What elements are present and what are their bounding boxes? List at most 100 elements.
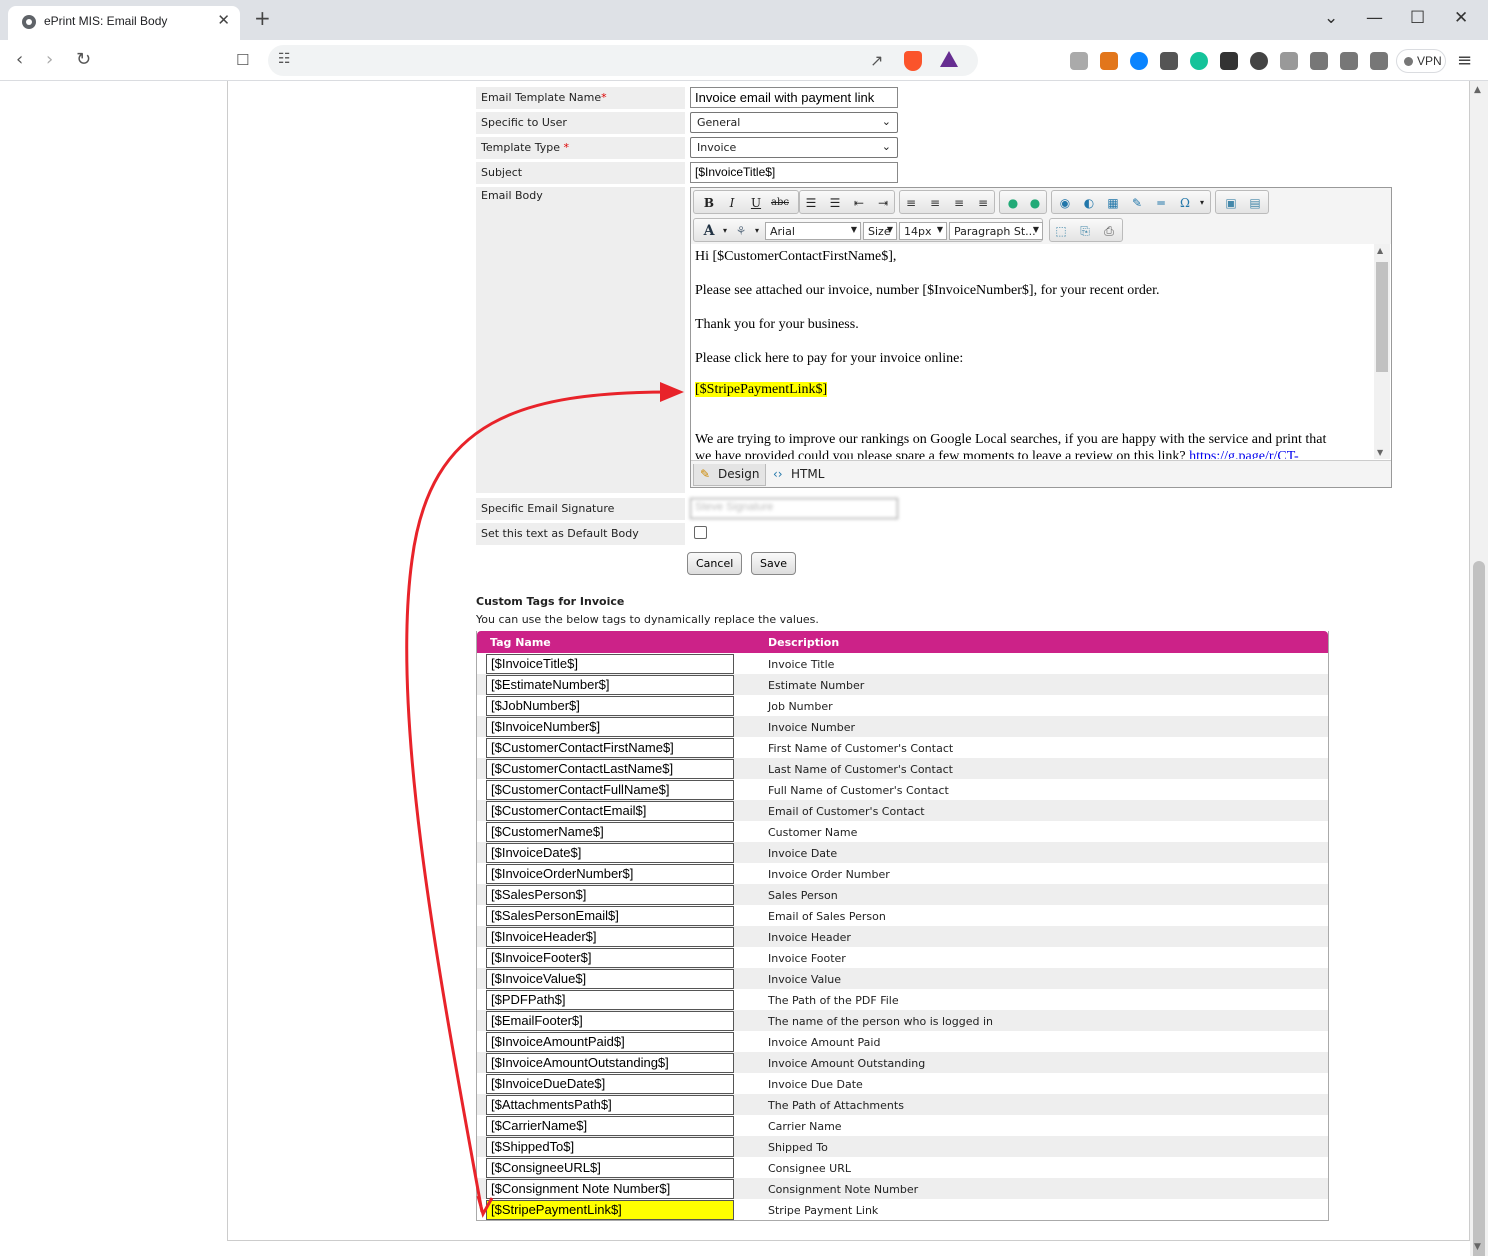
close-tab-icon[interactable]: ✕ <box>217 11 230 29</box>
reload-icon[interactable]: ↻ <box>76 49 91 70</box>
bookmark-icon[interactable]: ☐ <box>236 51 249 69</box>
scroll-down-icon[interactable]: ▼ <box>1377 448 1383 457</box>
vpn-button[interactable]: VPN <box>1396 49 1446 73</box>
picture-in-picture-icon[interactable] <box>1160 52 1178 70</box>
insert-link-icon[interactable]: ● <box>1004 194 1022 212</box>
scroll-down-icon[interactable]: ▼ <box>1474 1242 1481 1252</box>
select-all-icon[interactable]: ⬚ <box>1052 222 1070 240</box>
special-character-icon[interactable]: Ω <box>1176 194 1194 212</box>
grammarly-icon[interactable] <box>1190 52 1208 70</box>
shazam-icon[interactable] <box>1130 52 1148 70</box>
share-icon[interactable]: ↗ <box>870 51 883 70</box>
extension-icon[interactable] <box>1070 52 1088 70</box>
bold-icon[interactable]: B <box>700 194 718 212</box>
site-settings-icon[interactable]: ☷ <box>278 51 291 67</box>
wallet-icon[interactable] <box>1340 52 1358 70</box>
tag-name-field[interactable]: [$InvoiceTitle$] <box>486 654 734 674</box>
editor-scrollbar[interactable]: ▲ ▼ <box>1374 244 1390 459</box>
tag-name-field[interactable]: [$InvoiceFooter$] <box>486 948 734 968</box>
align-center-icon[interactable]: ≡ <box>926 194 944 212</box>
tag-name-field[interactable]: [$CustomerName$] <box>486 822 734 842</box>
page-scrollbar[interactable]: ▲ ▼ <box>1470 81 1488 1256</box>
html-tab[interactable]: ‹› HTML <box>767 464 830 486</box>
tag-name-field[interactable]: [$InvoiceAmountPaid$] <box>486 1032 734 1052</box>
leo-ai-icon[interactable] <box>1370 52 1388 70</box>
metamask-icon[interactable] <box>1100 52 1118 70</box>
bullet-list-icon[interactable]: ☰ <box>826 194 844 212</box>
remove-link-icon[interactable]: ● <box>1026 194 1044 212</box>
insert-flash-icon[interactable]: ◐ <box>1080 194 1098 212</box>
tag-name-field[interactable]: [$StripePaymentLink$] <box>486 1200 734 1220</box>
tag-name-field[interactable]: [$AttachmentsPath$] <box>486 1095 734 1115</box>
tag-name-field[interactable]: [$Consignment Note Number$] <box>486 1179 734 1199</box>
cancel-button[interactable]: Cancel <box>687 552 743 575</box>
numbered-list-icon[interactable]: ☰ <box>802 194 820 212</box>
maximize-button[interactable]: ☐ <box>1410 8 1425 28</box>
puzzle-icon[interactable] <box>1310 52 1328 70</box>
strikethrough-icon[interactable]: abc <box>771 194 789 212</box>
font-family-select[interactable]: Arial ▼ <box>765 222 861 240</box>
indent-icon[interactable]: ⇥ <box>874 194 892 212</box>
scroll-up-icon[interactable]: ▲ <box>1474 85 1481 95</box>
tag-name-field[interactable]: [$ShippedTo$] <box>486 1137 734 1157</box>
insert-image-map-icon[interactable]: ◉ <box>1056 194 1074 212</box>
tag-name-field[interactable]: [$CustomerContactFullName$] <box>486 780 734 800</box>
align-right-icon[interactable]: ≡ <box>950 194 968 212</box>
tag-name-field[interactable]: [$InvoiceDueDate$] <box>486 1074 734 1094</box>
forward-icon[interactable]: › <box>46 49 53 70</box>
scroll-up-icon[interactable]: ▲ <box>1377 246 1383 255</box>
address-bar[interactable]: ☷ ↗ <box>268 45 978 76</box>
scrollbar-thumb[interactable] <box>1473 561 1485 1256</box>
calendar-icon[interactable] <box>1220 52 1238 70</box>
underline-icon[interactable]: U <box>747 194 765 212</box>
tag-name-field[interactable]: [$CarrierName$] <box>486 1116 734 1136</box>
brave-rewards-icon[interactable] <box>940 51 958 67</box>
tag-name-field[interactable]: [$CustomerContactLastName$] <box>486 759 734 779</box>
new-tab-button[interactable]: + <box>254 6 271 30</box>
tag-name-field[interactable]: [$SalesPerson$] <box>486 885 734 905</box>
tag-name-field[interactable]: [$PDFPath$] <box>486 990 734 1010</box>
insert-table-icon[interactable]: ▦ <box>1104 194 1122 212</box>
signature-input[interactable]: Steve Signature <box>690 498 898 519</box>
italic-icon[interactable]: I <box>723 194 741 212</box>
subject-input[interactable]: [$InvoiceTitle$] <box>690 162 898 183</box>
tab-search-icon[interactable]: ⌄ <box>1324 8 1338 28</box>
tag-name-field[interactable]: [$InvoiceDate$] <box>486 843 734 863</box>
tag-name-field[interactable]: [$InvoiceValue$] <box>486 969 734 989</box>
tag-name-field[interactable]: [$InvoiceNumber$] <box>486 717 734 737</box>
chevron-down-icon[interactable]: ▾ <box>1193 194 1211 212</box>
template-name-input[interactable]: Invoice email with payment link <box>690 87 898 108</box>
insert-form-icon[interactable]: ✎ <box>1128 194 1146 212</box>
chevron-down-icon[interactable]: ▾ <box>748 222 766 240</box>
pixel-size-select[interactable]: 14px ▼ <box>899 222 947 240</box>
tag-name-field[interactable]: [$JobNumber$] <box>486 696 734 716</box>
markdown-icon[interactable] <box>1280 52 1298 70</box>
outdent-icon[interactable]: ⇤ <box>850 194 868 212</box>
tag-name-field[interactable]: [$EstimateNumber$] <box>486 675 734 695</box>
insert-image-icon[interactable]: ▣ <box>1222 194 1240 212</box>
design-tab[interactable]: ✎ Design <box>693 464 767 486</box>
browser-tab[interactable]: ePrint MIS: Email Body ✕ <box>8 6 240 40</box>
default-body-checkbox[interactable] <box>694 526 707 539</box>
editor-scrollbar-thumb[interactable] <box>1376 262 1388 372</box>
tag-name-field[interactable]: [$CustomerContactFirstName$] <box>486 738 734 758</box>
tag-name-field[interactable]: [$EmailFooter$] <box>486 1011 734 1031</box>
paragraph-style-select[interactable]: Paragraph St... ▼ <box>949 222 1043 240</box>
brave-shields-icon[interactable] <box>904 51 922 71</box>
horizontal-rule-icon[interactable]: ═ <box>1152 194 1170 212</box>
paste-icon[interactable]: ⎘ <box>1076 222 1094 240</box>
save-button[interactable]: Save <box>751 552 797 575</box>
close-window-button[interactable]: ✕ <box>1454 8 1468 28</box>
template-type-select[interactable]: Invoice ⌄ <box>690 137 898 158</box>
tag-name-field[interactable]: [$InvoiceAmountOutstanding$] <box>486 1053 734 1073</box>
specific-user-select[interactable]: General ⌄ <box>690 112 898 133</box>
tag-name-field[interactable]: [$SalesPersonEmail$] <box>486 906 734 926</box>
search-lens-icon[interactable] <box>1250 52 1268 70</box>
align-left-icon[interactable]: ≡ <box>902 194 920 212</box>
font-size-select[interactable]: Size ▼ <box>863 222 897 240</box>
tag-name-field[interactable]: [$ConsigneeURL$] <box>486 1158 734 1178</box>
tag-name-field[interactable]: [$InvoiceOrderNumber$] <box>486 864 734 884</box>
align-justify-icon[interactable]: ≡ <box>974 194 992 212</box>
insert-document-icon[interactable]: ▤ <box>1246 194 1264 212</box>
print-icon[interactable]: ⎙ <box>1100 222 1118 240</box>
